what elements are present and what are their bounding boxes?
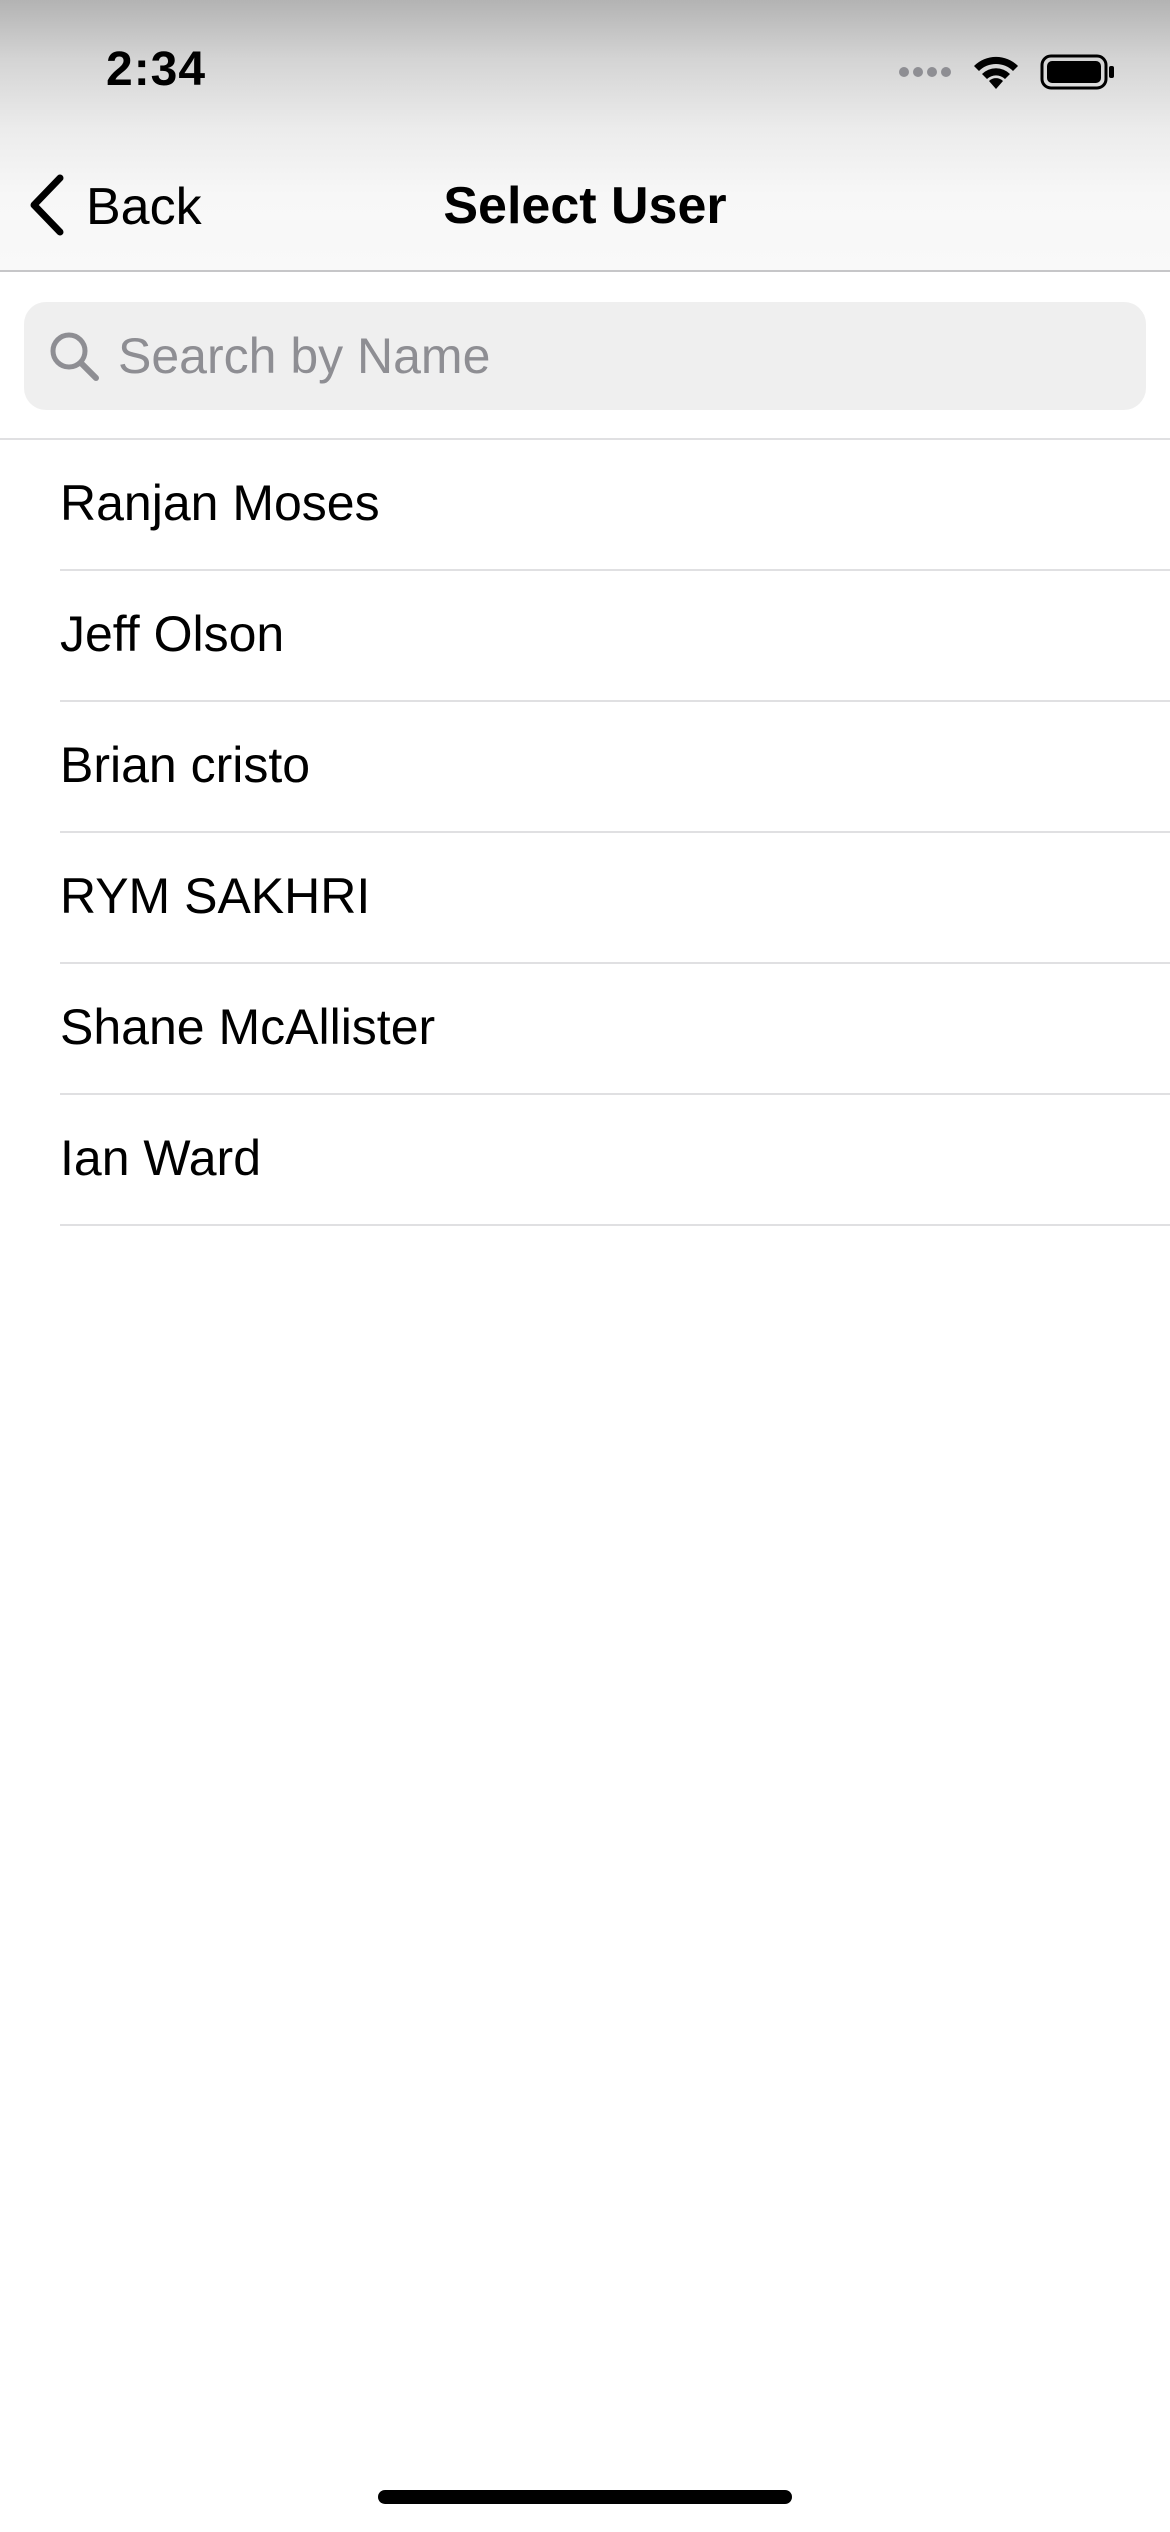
user-row-ian-ward[interactable]: Ian Ward [0,1095,1170,1226]
status-time: 2:34 [106,43,207,96]
select-user-screen: 2:34 Back Select User Search by Name Ran… [0,0,1170,2532]
user-name: Jeff Olson [60,606,285,662]
search-bar [0,272,1170,440]
user-row-ranjan-moses[interactable]: Ranjan Moses [0,440,1170,571]
header-area: 2:34 Back Select User [0,0,1170,272]
search-icon [46,328,102,384]
search-input[interactable] [116,310,1120,402]
status-bar: 2:34 [0,0,1170,140]
user-name: Ian Ward [60,1130,262,1186]
user-row-rym-sakhri[interactable]: RYM SAKHRI [0,833,1170,964]
home-indicator [378,2490,792,2504]
user-list: Ranjan Moses Jeff Olson Brian cristo RYM… [0,440,1170,1226]
user-name: Ranjan Moses [60,475,380,531]
user-name: Brian cristo [60,737,311,793]
search-field[interactable] [24,302,1146,410]
status-icons [898,52,1116,96]
user-name: Shane McAllister [60,999,436,1055]
user-row-shane-mcallister[interactable]: Shane McAllister [0,964,1170,1095]
page-title: Select User [443,177,727,235]
user-name: RYM SAKHRI [60,868,371,924]
cellular-signal-icon [898,65,952,84]
navigation-bar: Back Select User [0,150,1170,270]
user-row-brian-cristo[interactable]: Brian cristo [0,702,1170,833]
wifi-icon [970,53,1022,96]
battery-icon [1040,53,1116,96]
user-row-jeff-olson[interactable]: Jeff Olson [0,571,1170,702]
